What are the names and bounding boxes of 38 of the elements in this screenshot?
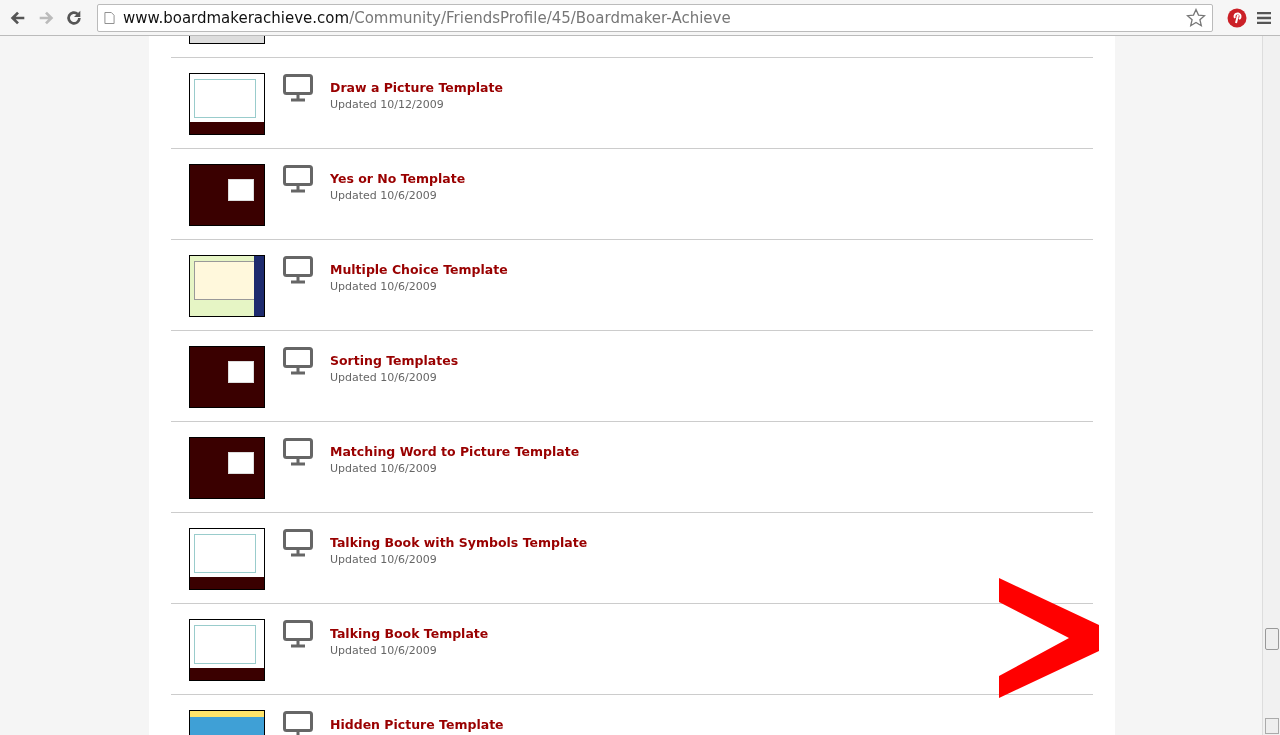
monitor-icon bbox=[283, 438, 313, 466]
thumbnail-image[interactable] bbox=[189, 255, 265, 317]
monitor-icon bbox=[283, 256, 313, 284]
reload-icon[interactable] bbox=[65, 8, 83, 27]
monitor-icon bbox=[283, 165, 313, 193]
updated-date: Updated 10/12/2009 bbox=[330, 98, 445, 111]
thumbnail-image[interactable] bbox=[189, 619, 265, 681]
scrollbar-thumb[interactable] bbox=[1265, 628, 1279, 650]
updated-date: Updated 10/6/2009 bbox=[330, 189, 438, 202]
updated-date: Updated 10/6/2009 bbox=[330, 644, 438, 657]
star-icon[interactable] bbox=[1186, 7, 1206, 28]
address-bar[interactable]: www.boardmakerachieve.com/Community/FriendsProfile/45/Boardmaker-Achieve bbox=[97, 3, 1213, 32]
monitor-icon bbox=[283, 74, 313, 102]
template-link[interactable]: Draw a Picture Template bbox=[330, 80, 503, 95]
updated-date: Updated 10/6/2009 bbox=[330, 553, 438, 566]
monitor-icon bbox=[283, 620, 313, 648]
template-link[interactable]: Yes or No Template bbox=[330, 171, 466, 186]
template-link[interactable]: Matching Word to Picture Template bbox=[330, 444, 580, 459]
template-link[interactable]: Talking Book Template bbox=[330, 626, 489, 641]
updated-date: Updated 10/6/2009 bbox=[330, 371, 438, 384]
monitor-icon bbox=[283, 529, 313, 557]
template-link[interactable]: Multiple Choice Template bbox=[330, 262, 508, 277]
monitor-icon bbox=[283, 711, 313, 735]
template-link[interactable]: Sorting Templates bbox=[330, 353, 459, 368]
thumbnail-image[interactable] bbox=[189, 73, 265, 135]
updated-date: Updated 10/6/2009 bbox=[330, 462, 438, 475]
thumbnail-image[interactable] bbox=[189, 346, 265, 408]
thumbnail-image[interactable] bbox=[189, 437, 265, 499]
menu-icon[interactable] bbox=[1257, 11, 1271, 24]
updated-date: Updated 10/6/2009 bbox=[330, 280, 438, 293]
pin-icon[interactable] bbox=[1227, 7, 1247, 28]
thumbnail-image[interactable] bbox=[189, 164, 265, 226]
thumbnail-image[interactable] bbox=[189, 36, 265, 44]
page-icon bbox=[104, 10, 115, 25]
template-link[interactable]: Talking Book with Symbols Template bbox=[330, 535, 588, 550]
template-link[interactable]: Hidden Picture Template bbox=[330, 717, 504, 732]
monitor-icon bbox=[283, 347, 313, 375]
thumbnail-image[interactable] bbox=[189, 528, 265, 590]
